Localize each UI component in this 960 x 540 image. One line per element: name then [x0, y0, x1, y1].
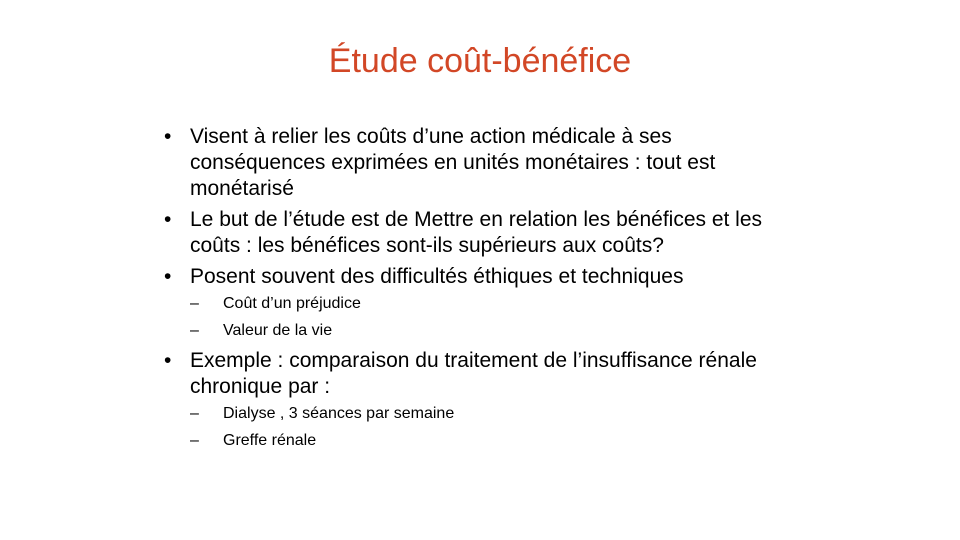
sub-bullet-text: Coût d’un préjudice: [223, 295, 361, 312]
bullet-icon: •: [164, 125, 172, 148]
sub-bullet-item: – Dialyse , 3 séances par semaine: [190, 404, 810, 424]
sub-bullet-item: – Valeur de la vie: [190, 321, 810, 341]
bullet-text: Posent souvent des difficultés éthiques …: [190, 265, 684, 288]
sub-bullet-list: – Coût d’un préjudice – Valeur de la vie: [190, 294, 810, 341]
sub-bullet-text: Dialyse , 3 séances par semaine: [223, 405, 455, 422]
slide-body: • Visent à relier les coûts d’une action…: [160, 124, 810, 458]
bullet-text: Le but de l’étude est de Mettre en relat…: [190, 208, 763, 257]
sub-bullet-text: Valeur de la vie: [223, 322, 333, 339]
bullet-icon: •: [164, 208, 172, 231]
dash-icon: –: [190, 432, 199, 449]
bullet-list: • Visent à relier les coûts d’une action…: [160, 124, 810, 451]
bullet-item: • Le but de l’étude est de Mettre en rel…: [160, 207, 810, 259]
bullet-item: • Exemple : comparaison du traitement de…: [160, 348, 810, 451]
sub-bullet-list: – Dialyse , 3 séances par semaine – Gref…: [190, 404, 810, 451]
dash-icon: –: [190, 405, 199, 422]
sub-bullet-item: – Coût d’un préjudice: [190, 294, 810, 314]
bullet-item: • Posent souvent des difficultés éthique…: [160, 264, 810, 341]
bullet-icon: •: [164, 349, 172, 372]
bullet-text: Exemple : comparaison du traitement de l…: [190, 349, 757, 398]
sub-bullet-text: Greffe rénale: [223, 432, 317, 449]
dash-icon: –: [190, 322, 199, 339]
slide-title: Étude coût-bénéfice: [328, 42, 632, 80]
sub-bullet-item: – Greffe rénale: [190, 431, 810, 451]
bullet-icon: •: [164, 265, 172, 288]
slide: Étude coût-bénéfice • Visent à relier le…: [0, 0, 960, 540]
dash-icon: –: [190, 295, 199, 312]
bullet-text: Visent à relier les coûts d’une action m…: [190, 125, 716, 200]
bullet-item: • Visent à relier les coûts d’une action…: [160, 124, 810, 202]
